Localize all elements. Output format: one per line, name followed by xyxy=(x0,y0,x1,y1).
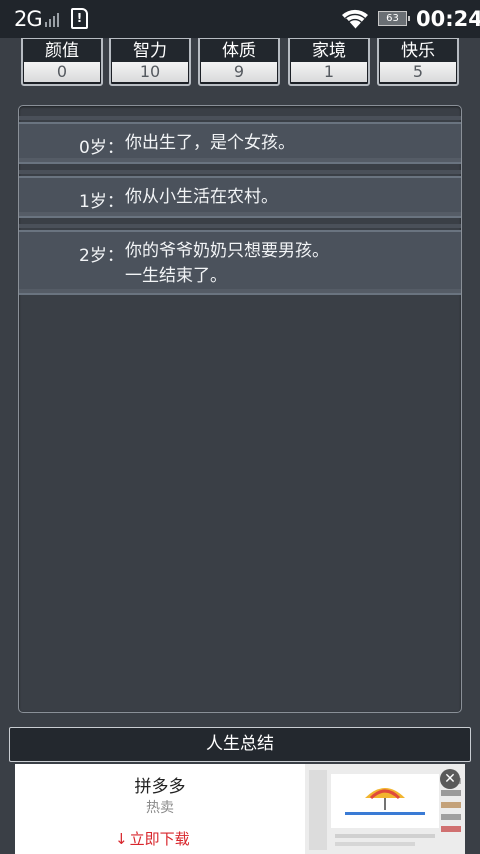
ad-download-button[interactable]: ↓ 立即下载 xyxy=(115,828,190,849)
download-arrow-icon: ↓ xyxy=(115,830,128,848)
life-summary-button[interactable]: 人生总结 xyxy=(9,727,471,762)
log-text: 一生结束了。 xyxy=(125,266,227,286)
stat-label: 家境 xyxy=(290,39,368,63)
network-type: 2G xyxy=(14,7,43,31)
log-age: 2岁： xyxy=(79,246,124,266)
stat-label: 体质 xyxy=(200,39,278,63)
stat-value: 10 xyxy=(112,62,188,82)
stat-label: 颜值 xyxy=(23,39,101,63)
stat-label: 智力 xyxy=(111,39,189,63)
stat-label: 快乐 xyxy=(379,39,457,63)
stat-constitution: 体质 9 xyxy=(198,38,280,86)
ad-subtitle: 热卖 xyxy=(146,800,174,816)
sim-alert-icon: ! xyxy=(71,8,88,29)
attribute-bar: 颜值 0 智力 10 体质 9 家境 1 快乐 5 xyxy=(0,38,480,86)
close-icon[interactable]: ✕ xyxy=(440,769,460,789)
log-entry: 2岁： 你的爷爷奶奶只想要男孩。 一生结束了。 xyxy=(19,224,461,295)
ad-image[interactable]: ✕ xyxy=(305,764,465,854)
log-age: 1岁： xyxy=(79,192,124,212)
stat-value: 0 xyxy=(24,62,100,82)
log-entry: 1岁： 你从小生活在农村。 xyxy=(19,170,461,218)
log-entry: 0岁： 你出生了，是个女孩。 xyxy=(19,116,461,164)
battery-icon: 63 xyxy=(378,11,410,26)
stat-value: 5 xyxy=(380,62,456,82)
log-text: 你的爷爷奶奶只想要男孩。 xyxy=(125,241,329,261)
signal-bars-icon xyxy=(45,13,63,27)
log-text: 你从小生活在农村。 xyxy=(125,187,278,207)
life-log-panel[interactable]: 0岁： 你出生了，是个女孩。 1岁： 你从小生活在农村。 2岁： 你的爷爷奶奶只… xyxy=(18,105,462,713)
stat-happiness: 快乐 5 xyxy=(377,38,459,86)
ad-title: 拼多多 xyxy=(134,777,186,797)
ad-cta-label: 立即下载 xyxy=(129,830,190,848)
wifi-icon xyxy=(342,9,368,30)
log-text: 你出生了，是个女孩。 xyxy=(125,133,295,153)
ad-banner[interactable]: 拼多多 热卖 ↓ 立即下载 ✕ xyxy=(15,764,465,854)
stat-intelligence: 智力 10 xyxy=(109,38,191,86)
stat-appearance: 颜值 0 xyxy=(21,38,103,86)
status-bar: 2G ! 63 00:24 xyxy=(0,0,480,38)
clock: 00:24 xyxy=(416,7,480,31)
stat-value: 1 xyxy=(291,62,367,82)
log-age: 0岁： xyxy=(79,138,124,158)
stat-value: 9 xyxy=(201,62,277,82)
stat-family: 家境 1 xyxy=(288,38,370,86)
